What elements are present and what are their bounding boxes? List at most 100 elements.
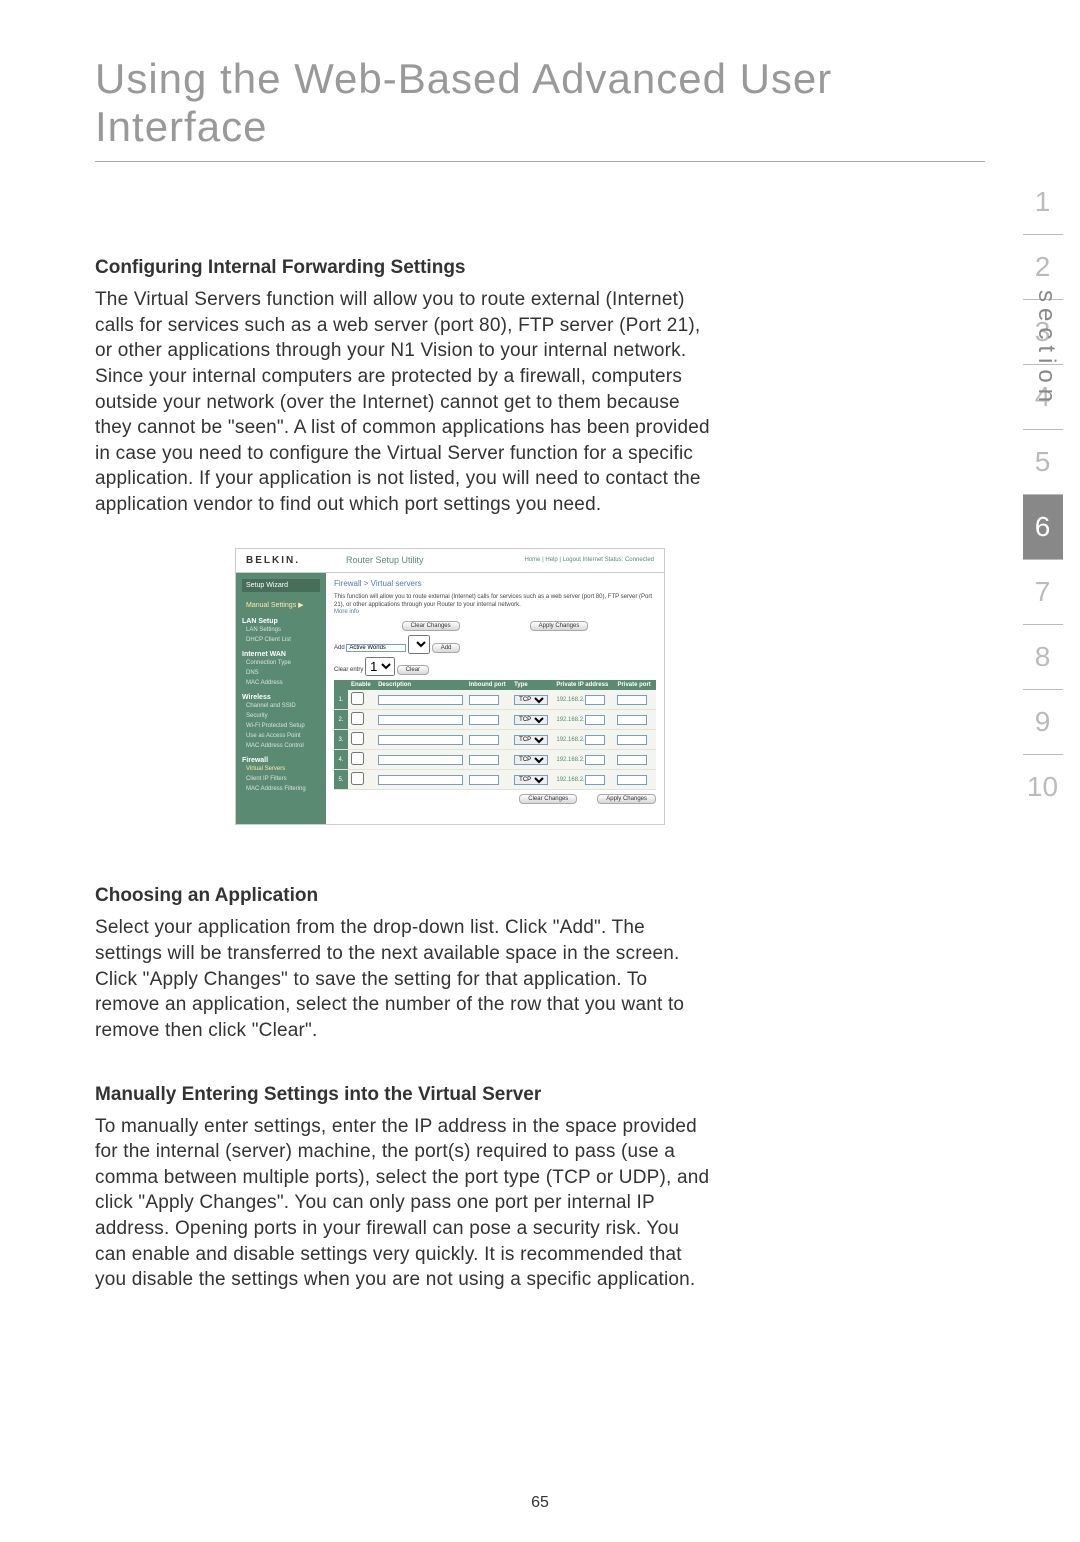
sidebar-group: Internet WAN — [242, 651, 320, 658]
body-choosing: Select your application from the drop-do… — [95, 915, 715, 1043]
body-configuring: The Virtual Servers function will allow … — [95, 287, 715, 518]
table-header: Type — [511, 680, 553, 690]
add-application-input[interactable] — [346, 644, 406, 652]
private-ip-input[interactable] — [585, 695, 605, 705]
sidebar-item[interactable]: DHCP Client List — [242, 635, 320, 645]
section-nav: 12345678910 — [1005, 170, 1080, 819]
section-tab-8[interactable]: 8 — [1023, 625, 1063, 690]
row-number: 4. — [334, 750, 348, 770]
inbound-port-input[interactable] — [469, 735, 499, 745]
type-select[interactable]: TCP — [514, 695, 548, 705]
row-number: 1. — [334, 690, 348, 710]
sidebar-item[interactable]: Channel and SSID — [242, 701, 320, 711]
more-info-link[interactable]: More info — [334, 609, 656, 615]
clear-changes-button-top[interactable]: Clear Changes — [402, 621, 460, 631]
enable-checkbox[interactable] — [351, 692, 364, 705]
section-tab-7[interactable]: 7 — [1023, 560, 1063, 625]
clear-changes-button-bottom[interactable]: Clear Changes — [519, 794, 577, 804]
table-row: 1.TCP192.168.2. — [334, 690, 656, 710]
body-manual: To manually enter settings, enter the IP… — [95, 1114, 715, 1293]
sidebar-item[interactable]: MAC Address — [242, 678, 320, 688]
manual-settings-link[interactable]: Manual Settings ▶ — [242, 598, 320, 612]
sidebar-item[interactable]: MAC Address Control — [242, 741, 320, 751]
private-ip-cell: 192.168.2. — [553, 710, 614, 730]
clear-button[interactable]: Clear — [397, 665, 429, 675]
enable-checkbox[interactable] — [351, 752, 364, 765]
table-row: 3. TCP 192.168.2. — [334, 730, 656, 750]
private-port-input[interactable] — [617, 695, 647, 705]
section-tab-9[interactable]: 9 — [1023, 690, 1063, 755]
clear-entry-label: Clear entry — [334, 667, 363, 673]
enable-checkbox[interactable] — [351, 772, 364, 785]
row-number: 5. — [334, 770, 348, 790]
sidebar-item[interactable]: DNS — [242, 668, 320, 678]
private-ip-input[interactable] — [585, 775, 605, 785]
description-input[interactable] — [378, 735, 463, 745]
table-header: Inbound port — [466, 680, 511, 690]
heading-manual: Manually Entering Settings into the Virt… — [95, 1084, 715, 1106]
type-select[interactable]: TCP — [514, 755, 548, 765]
description-input[interactable] — [378, 755, 463, 765]
row-number: 3. — [334, 730, 348, 750]
router-header-links[interactable]: Home | Help | Logout Internet Status: Co… — [524, 557, 654, 563]
inbound-port-input[interactable] — [469, 695, 499, 705]
router-sidebar: Setup Wizard Manual Settings ▶ LAN Setup… — [236, 573, 326, 825]
setup-wizard-link[interactable]: Setup Wizard — [242, 579, 320, 592]
enable-checkbox[interactable] — [351, 712, 364, 725]
table-header — [334, 680, 348, 690]
private-ip-cell: 192.168.2. — [553, 770, 614, 790]
sidebar-item[interactable]: Virtual Servers — [242, 764, 320, 774]
private-port-input[interactable] — [617, 775, 647, 785]
clear-entry-select[interactable]: 1 — [365, 657, 395, 676]
private-ip-input[interactable] — [585, 735, 605, 745]
section-tab-5[interactable]: 5 — [1023, 430, 1063, 495]
table-header: Private port — [614, 680, 656, 690]
page-title: Using the Web-Based Advanced User Interf… — [95, 0, 985, 162]
sidebar-item[interactable]: MAC Address Filtering — [242, 784, 320, 794]
inbound-port-input[interactable] — [469, 755, 499, 765]
sidebar-item[interactable]: Connection Type — [242, 658, 320, 668]
type-select[interactable]: TCP — [514, 735, 548, 745]
table-row: 4. TCP 192.168.2. — [334, 750, 656, 770]
inbound-port-input[interactable] — [469, 715, 499, 725]
description-input[interactable] — [378, 695, 463, 705]
apply-changes-button-top[interactable]: Apply Changes — [530, 621, 589, 631]
router-screenshot: BELKIN. Router Setup Utility Home | Help… — [235, 548, 665, 826]
enable-checkbox[interactable] — [351, 732, 364, 745]
add-application-select[interactable] — [408, 635, 430, 654]
private-port-input[interactable] — [617, 715, 647, 725]
row-number: 2. — [334, 710, 348, 730]
private-ip-input[interactable] — [585, 755, 605, 765]
private-ip-input[interactable] — [585, 715, 605, 725]
private-port-input[interactable] — [617, 755, 647, 765]
section-tab-10[interactable]: 10 — [1023, 755, 1063, 819]
sidebar-item[interactable]: Client IP Filters — [242, 774, 320, 784]
heading-configuring: Configuring Internal Forwarding Settings — [95, 257, 715, 279]
section-tab-1[interactable]: 1 — [1023, 170, 1063, 235]
table-header: Description — [375, 680, 466, 690]
private-ip-cell: 192.168.2. — [553, 750, 614, 770]
type-select[interactable]: TCP — [514, 775, 548, 785]
private-port-input[interactable] — [617, 735, 647, 745]
inbound-port-input[interactable] — [469, 775, 499, 785]
description-input[interactable] — [378, 775, 463, 785]
type-select[interactable]: TCP — [514, 715, 548, 725]
add-button[interactable]: Add — [432, 643, 461, 653]
table-header: Enable — [348, 680, 375, 690]
heading-choosing: Choosing an Application — [95, 885, 715, 907]
table-row: 2. TCP 192.168.2. — [334, 710, 656, 730]
breadcrumb: Firewall > Virtual servers — [334, 579, 656, 588]
section-tab-6[interactable]: 6 — [1023, 495, 1063, 560]
sidebar-item[interactable]: LAN Settings — [242, 625, 320, 635]
sidebar-group: Wireless — [242, 694, 320, 701]
sidebar-group: LAN Setup — [242, 618, 320, 625]
private-ip-cell: 192.168.2. — [553, 730, 614, 750]
sidebar-group: Firewall — [242, 757, 320, 764]
apply-changes-button-bottom[interactable]: Apply Changes — [597, 794, 656, 804]
add-label: Add — [334, 645, 345, 651]
sidebar-item[interactable]: Wi-Fi Protected Setup — [242, 721, 320, 731]
sidebar-item[interactable]: Use as Access Point — [242, 731, 320, 741]
description-input[interactable] — [378, 715, 463, 725]
sidebar-item[interactable]: Security — [242, 711, 320, 721]
section-label: section — [1032, 290, 1060, 408]
